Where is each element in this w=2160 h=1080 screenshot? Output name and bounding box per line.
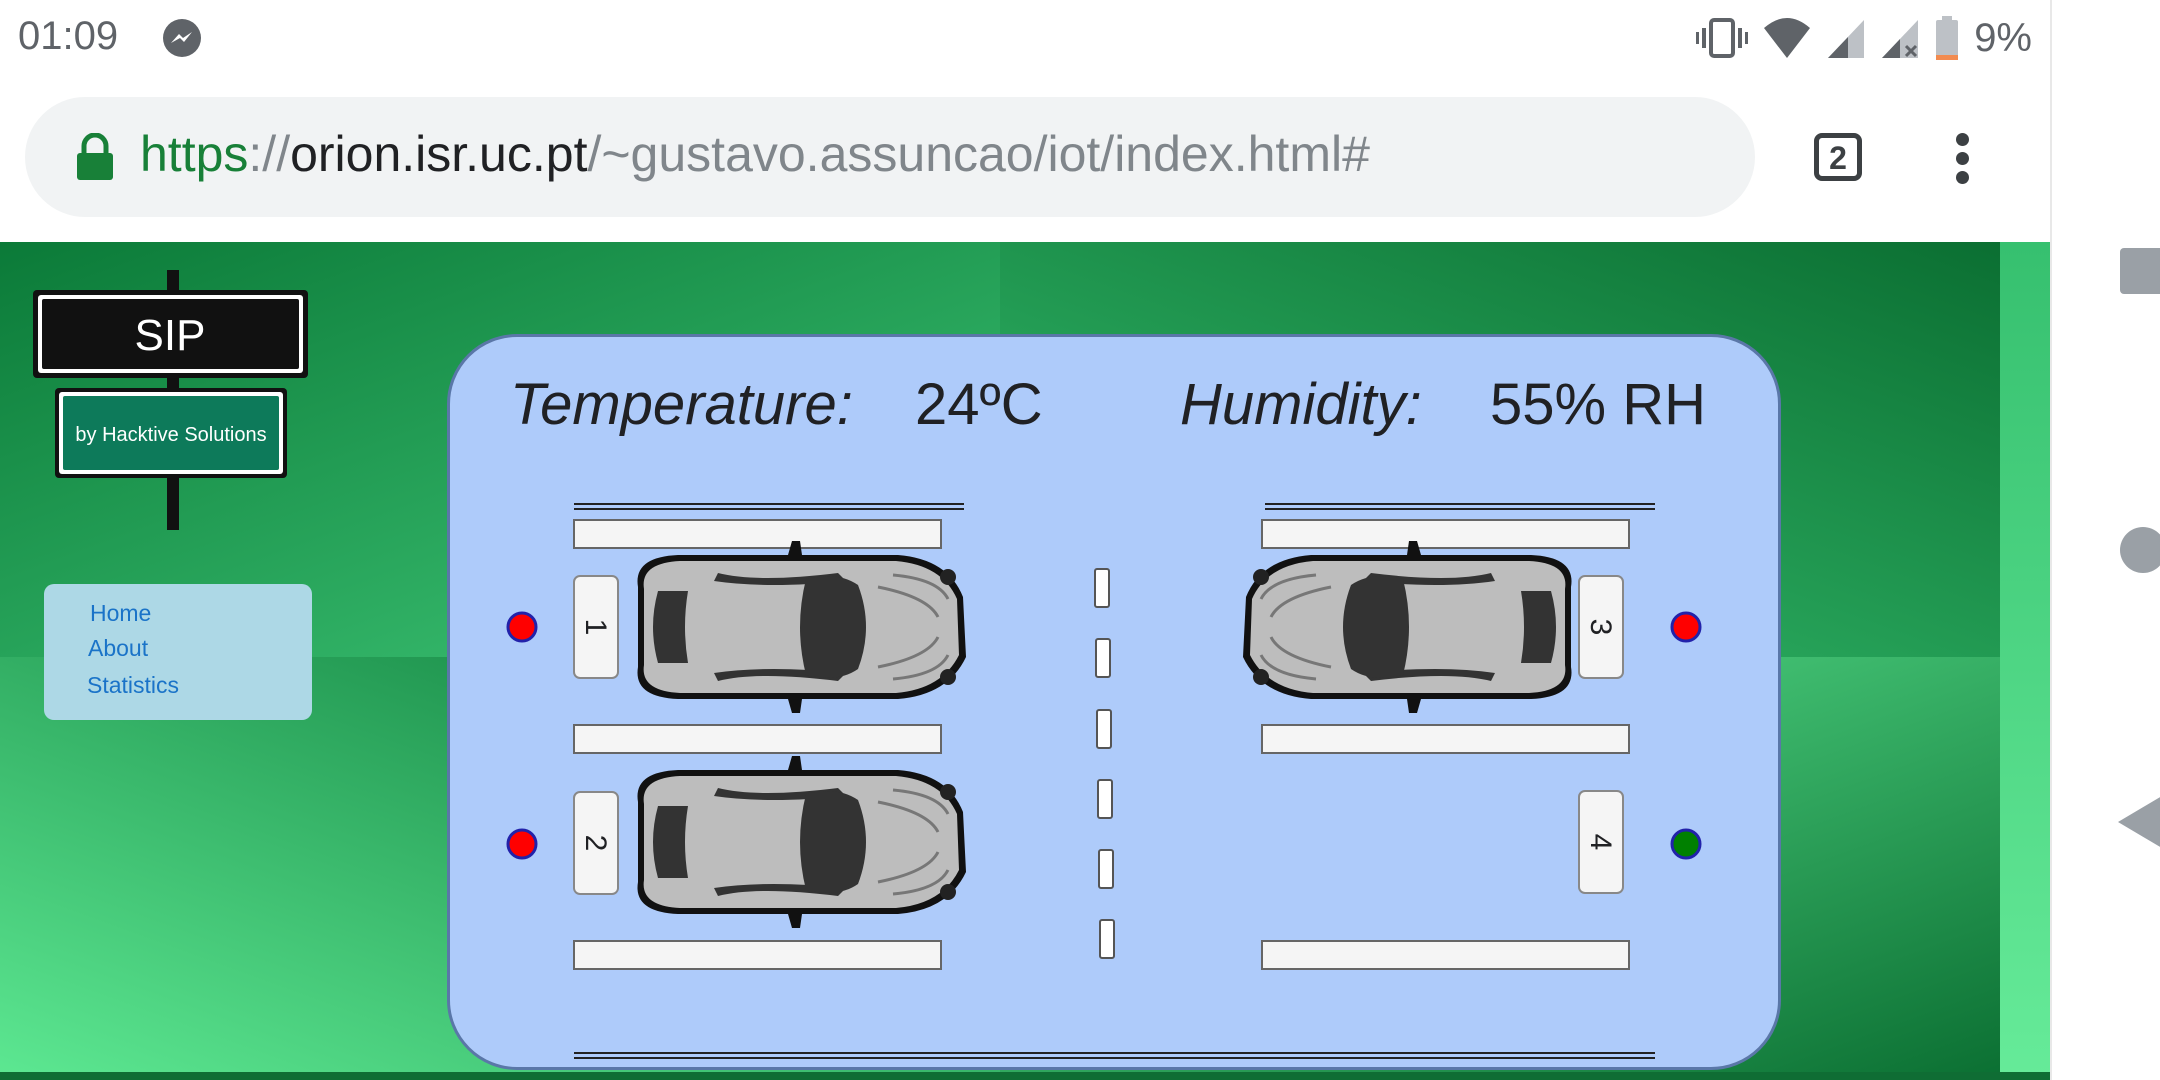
status-bar: 01:09 9%	[0, 0, 2050, 75]
svg-text:3: 3	[1584, 619, 1617, 636]
wifi-icon	[1764, 18, 1811, 58]
android-navigation-bar	[2050, 0, 2160, 1080]
overflow-menu-icon[interactable]	[1952, 133, 1972, 189]
messenger-icon	[163, 19, 201, 57]
center-lane-dashes	[1094, 568, 1115, 959]
url-separator: ://	[248, 126, 291, 182]
address-bar[interactable]: https://orion.isr.uc.pt/~gustavo.assunca…	[25, 97, 1755, 217]
menu-link-statistics[interactable]: Statistics	[87, 672, 179, 699]
status-time: 01:09	[18, 14, 119, 58]
svg-text:1: 1	[579, 619, 612, 636]
menu-link-home[interactable]: Home	[90, 600, 151, 627]
spot-number-3: 3	[1578, 575, 1624, 679]
url-scheme: https	[140, 126, 249, 182]
logo-title: SIP	[135, 311, 206, 360]
url-path: /~gustavo.assuncao/iot/index.html#	[587, 126, 1370, 182]
tab-switcher-button[interactable]: 2	[1814, 133, 1862, 181]
spot-number-2: 2	[573, 791, 619, 895]
car-spot-3	[1241, 539, 1573, 715]
logo-subtitle: by Hacktive Solutions	[75, 424, 266, 446]
spot-3-status-indicator	[1670, 611, 1702, 643]
signal-icon	[1828, 20, 1865, 58]
battery-percent: 9%	[1974, 15, 2032, 60]
parking-panel: Temperature: 24ºC Humidity: 55% RH 1 2 3…	[447, 334, 1781, 1070]
url-host: orion.isr.uc.pt	[290, 126, 588, 182]
svg-text:2: 2	[579, 835, 612, 852]
car-spot-1	[636, 539, 968, 715]
battery-low-icon	[1936, 16, 1959, 60]
background-tile	[2000, 242, 2050, 1080]
spot-number-4: 4	[1578, 790, 1624, 894]
vibrate-icon	[1696, 18, 1749, 58]
url-text[interactable]: https://orion.isr.uc.pt/~gustavo.assunca…	[140, 125, 1370, 183]
recents-icon[interactable]	[2120, 248, 2160, 294]
menu-link-about[interactable]: About	[88, 635, 148, 662]
side-menu: Home About Statistics	[44, 584, 312, 720]
sip-logo[interactable]: SIP by Hacktive Solutions	[30, 270, 320, 530]
spot-2-status-indicator	[506, 828, 538, 860]
background-tile	[0, 1072, 2050, 1080]
parking-lot-drawing: 1 2 3 4	[506, 503, 1702, 1059]
car-spot-2	[636, 754, 968, 930]
spot-1-status-indicator	[506, 611, 538, 643]
signal-no-sim-icon	[1882, 20, 1919, 58]
svg-text:4: 4	[1584, 834, 1617, 851]
web-page: SIP by Hacktive Solutions Home About Sta…	[0, 242, 2050, 1080]
spot-number-1: 1	[573, 575, 619, 679]
spot-4-status-indicator	[1670, 828, 1702, 860]
browser-toolbar: https://orion.isr.uc.pt/~gustavo.assunca…	[0, 75, 2050, 242]
back-icon[interactable]	[2118, 796, 2160, 848]
lock-icon[interactable]	[73, 133, 117, 181]
home-icon[interactable]	[2120, 527, 2160, 573]
